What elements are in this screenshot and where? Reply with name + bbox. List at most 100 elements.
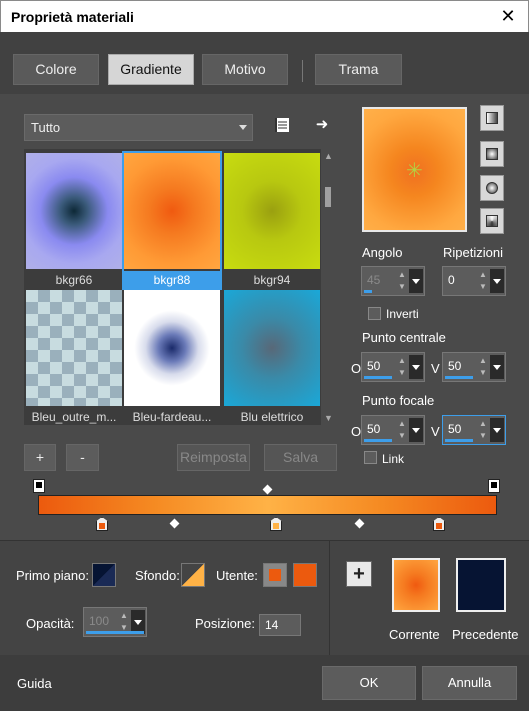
radial-style-button[interactable] (480, 175, 504, 201)
link-label: Link (382, 452, 405, 466)
help-link[interactable]: Guida (17, 676, 52, 691)
rectangular-gradient-icon (486, 148, 498, 160)
stop-properties-panel (0, 540, 329, 655)
stop-swatch (436, 523, 442, 529)
stop-swatch (99, 523, 105, 529)
spinner-arrows-icon[interactable]: ▲ ▼ (396, 355, 408, 379)
focal-v-slider-fill (445, 439, 473, 442)
opacity-label: Opacità: (26, 616, 75, 631)
tab-trama[interactable]: Trama (315, 54, 402, 85)
opacity-slider-fill (86, 631, 144, 634)
gallery-item-bleu-fardeau[interactable]: Bleu-fardeau... (124, 290, 220, 425)
dropdown-arrow-icon[interactable] (409, 269, 423, 293)
arrow-right-icon[interactable]: ➜ (312, 115, 332, 135)
focal-o-spinner[interactable]: 50 ▲ ▼ (361, 415, 425, 445)
current-gradient-swatch[interactable] (392, 558, 440, 612)
remove-gradient-button[interactable]: - (66, 444, 99, 471)
gradient-preview[interactable]: ✳ (362, 107, 467, 232)
focal-point-label: Punto focale (362, 393, 435, 408)
opacity-spinner[interactable]: 100 ▲ ▼ (83, 607, 147, 637)
focal-point-icon[interactable]: ✳ (406, 161, 423, 181)
spinner-arrows-icon[interactable]: ▲ ▼ (396, 418, 408, 442)
gallery-item-label: Blu elettrico (240, 410, 304, 424)
dropdown-arrow-icon[interactable] (490, 269, 504, 293)
angle-spinner[interactable]: 45 ▲ ▼ (361, 266, 425, 296)
gradient-editor-bar[interactable] (38, 495, 497, 515)
title-bar: Proprietà materiali ✕ (0, 0, 529, 32)
dropdown-arrow-icon[interactable] (409, 418, 423, 442)
close-icon[interactable]: ✕ (498, 6, 518, 26)
foreground-label: Primo piano: (16, 568, 89, 583)
user-color-swatch[interactable] (293, 563, 317, 587)
gallery-item-bkgr88[interactable]: bkgr88 (122, 151, 222, 290)
spinner-arrows-icon[interactable]: ▲ ▼ (477, 355, 489, 379)
repeats-spinner[interactable]: 0 ▲ ▼ (442, 266, 506, 296)
ok-button[interactable]: OK (322, 666, 416, 700)
gallery-item-bleu-outre-mer[interactable]: Bleu_outre_m... (26, 290, 122, 425)
center-v-spinner[interactable]: 50 ▲ ▼ (442, 352, 506, 382)
gallery-scrollbar[interactable]: ▲ ▼ (321, 149, 336, 425)
foreground-color-button[interactable] (92, 563, 116, 587)
angle-slider-fill (364, 290, 372, 293)
scroll-down-icon[interactable]: ▼ (324, 413, 333, 423)
scroll-up-icon[interactable]: ▲ (324, 151, 333, 161)
gallery-item-bkgr66[interactable]: bkgr66 (26, 153, 122, 288)
center-point-label: Punto centrale (362, 330, 446, 345)
background-color-button[interactable] (181, 563, 205, 587)
sunburst-gradient-icon (486, 215, 498, 227)
center-o-spinner[interactable]: 50 ▲ ▼ (361, 352, 425, 382)
transparency-stop-start[interactable] (33, 479, 45, 493)
rectangular-style-button[interactable] (480, 141, 504, 167)
category-dropdown[interactable]: Tutto (24, 114, 253, 141)
gradient-thumbnail (224, 290, 320, 406)
center-o-label: O (351, 361, 362, 376)
invert-checkbox[interactable] (368, 307, 381, 320)
focal-v-spinner[interactable]: 50 ▲ ▼ (442, 415, 506, 445)
tab-motivo[interactable]: Motivo (202, 54, 288, 85)
spinner-arrows-icon[interactable]: ▲ ▼ (477, 269, 489, 293)
background-label: Sfondo: (135, 568, 180, 583)
position-input[interactable]: 14 (259, 614, 301, 636)
add-gradient-button[interactable]: + (24, 444, 56, 471)
dropdown-arrow-icon[interactable] (409, 355, 423, 379)
chevron-down-icon (239, 125, 247, 130)
gallery-item-label: bkgr66 (55, 273, 93, 287)
cancel-button[interactable]: Annulla (422, 666, 517, 700)
linear-gradient-icon (486, 112, 498, 124)
sunburst-style-button[interactable] (480, 208, 504, 234)
scrollbar-thumb[interactable] (325, 187, 331, 207)
gradient-thumbnail (124, 290, 220, 406)
tab-gradiente[interactable]: Gradiente (108, 54, 194, 85)
add-swatch-icon[interactable]: + (346, 561, 372, 587)
angle-label: Angolo (362, 245, 403, 260)
focal-o-value: 50 (367, 422, 381, 436)
stop-swatch (273, 523, 279, 529)
gallery-item-bkgr94[interactable]: bkgr94 (224, 153, 320, 288)
reset-button[interactable]: Reimposta (177, 444, 250, 471)
stop-swatch (36, 482, 42, 488)
user-color-button[interactable] (263, 563, 287, 587)
radial-gradient-icon (486, 182, 498, 194)
spinner-arrows-icon[interactable]: ▲ ▼ (396, 269, 408, 293)
dropdown-arrow-icon[interactable] (490, 355, 504, 379)
dropdown-arrow-icon[interactable] (490, 418, 504, 442)
center-o-slider-fill (364, 376, 392, 379)
library-icon[interactable] (272, 117, 292, 137)
tab-colore[interactable]: Colore (13, 54, 99, 85)
save-button[interactable]: Salva (264, 444, 337, 471)
focal-v-value: 50 (448, 422, 462, 436)
link-checkbox[interactable] (364, 451, 377, 464)
gradient-thumbnail (26, 290, 122, 406)
center-o-value: 50 (367, 359, 381, 373)
transparency-stop-end[interactable] (488, 479, 500, 493)
spinner-arrows-icon[interactable]: ▲ ▼ (477, 418, 489, 442)
focal-o-slider-fill (364, 439, 392, 442)
invert-label: Inverti (386, 307, 419, 321)
linear-style-button[interactable] (480, 105, 504, 131)
gallery-item-blu-elettrico[interactable]: Blu elettrico (224, 290, 320, 425)
current-label: Corrente (389, 627, 440, 642)
repeats-label: Ripetizioni (443, 245, 503, 260)
gallery-item-label: Bleu-fardeau... (132, 410, 212, 424)
gradient-thumbnail (124, 153, 220, 269)
previous-color-swatch[interactable] (456, 558, 506, 612)
